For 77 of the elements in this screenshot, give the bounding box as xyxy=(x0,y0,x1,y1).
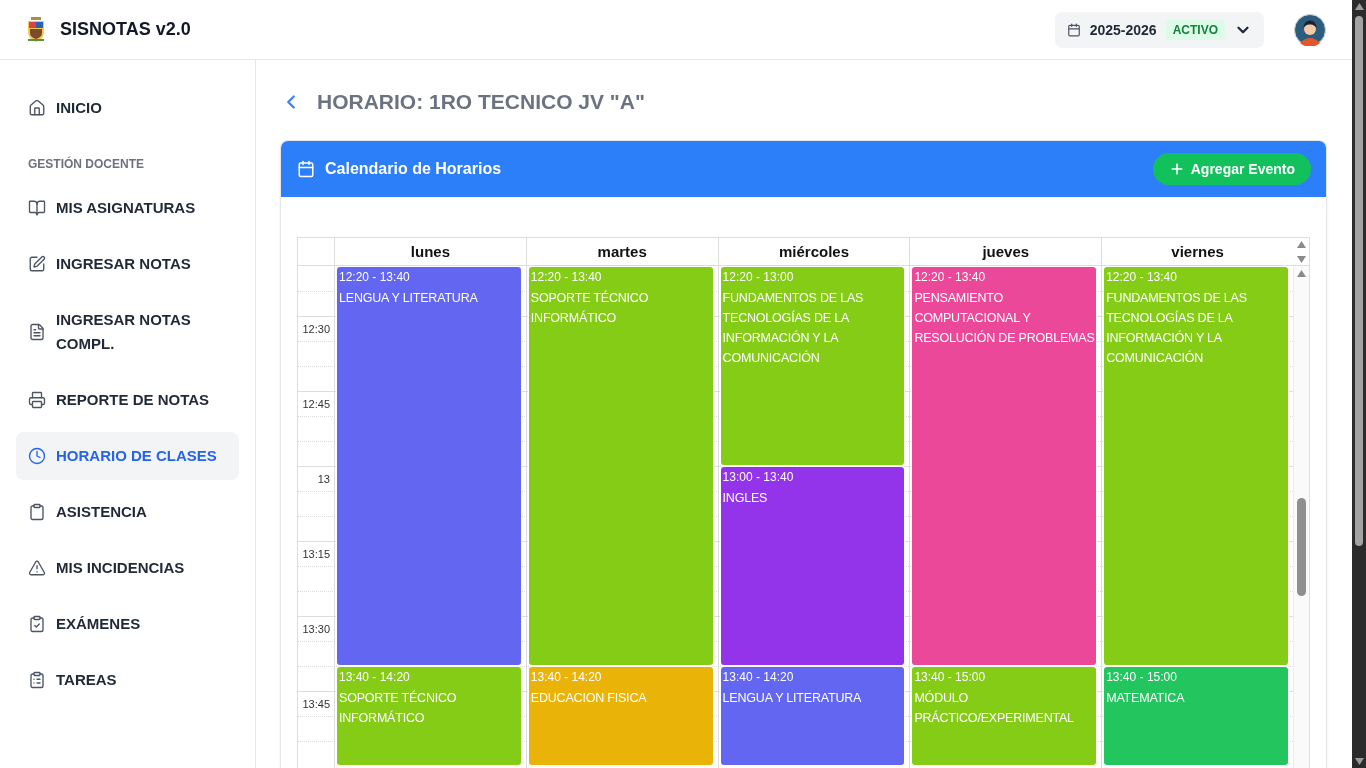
scroll-down-icon[interactable] xyxy=(1296,256,1306,263)
day-header: lunes xyxy=(334,238,526,265)
sidebar-item[interactable]: INGRESAR NOTAS COMPL. xyxy=(16,296,239,368)
calendar-icon xyxy=(297,160,315,178)
event-time: 13:40 - 14:20 xyxy=(722,669,795,686)
day-header: martes xyxy=(525,238,718,265)
time-label: 13:45 xyxy=(302,698,330,710)
sidebar-item[interactable]: TAREAS xyxy=(16,656,239,704)
clock-icon xyxy=(28,447,46,465)
page-scrollbar[interactable] xyxy=(1352,0,1366,768)
sidebar-item[interactable]: HORARIO DE CLASES xyxy=(16,432,239,480)
scroll-up-icon[interactable] xyxy=(1354,3,1364,10)
scrollbar-thumb[interactable] xyxy=(1297,498,1306,596)
home-icon xyxy=(28,99,46,117)
scroll-down-icon[interactable] xyxy=(1354,758,1364,765)
period-selector[interactable]: 2025-2026 ACTIVO xyxy=(1054,11,1264,48)
day-header: jueves xyxy=(909,238,1102,265)
event-title: PENSAMIENTO COMPUTACIONAL Y RESOLUCIÓN DE PROBLEMAS xyxy=(914,290,1096,347)
time-label: 12:30 xyxy=(302,323,330,335)
calendar-icon xyxy=(1066,22,1081,37)
printer-icon xyxy=(28,391,46,409)
section-label: GESTIÓN DOCENTE xyxy=(27,156,145,172)
app-name: SISNOTAS v2.0 xyxy=(60,19,191,40)
calendar-event[interactable]: 13:00 - 13:40 INGLES xyxy=(720,467,905,665)
event-title: LENGUA Y LITERATURA xyxy=(722,690,863,707)
book-icon xyxy=(28,199,46,217)
event-time: 13:40 - 14:20 xyxy=(339,669,411,686)
sidebar-item[interactable]: MIS ASIGNATURAS xyxy=(16,184,239,232)
sidebar-item[interactable]: INGRESAR NOTAS xyxy=(16,240,239,288)
sidebar-item[interactable]: ASISTENCIA xyxy=(16,488,239,536)
time-label: 13:30 xyxy=(302,623,330,635)
calendar-event[interactable]: 12:20 - 13:40 PENSAMIENTO COMPUTACIONAL Y RESOLUCIÓN DE PROBLEMAS xyxy=(912,267,1097,665)
time-label: 13:15 xyxy=(302,548,330,560)
page-title: HORARIO: 1RO TECNICO JV "A" xyxy=(317,90,645,114)
event-title: LENGUA Y LITERATURA xyxy=(339,290,479,307)
document-icon xyxy=(28,323,46,341)
time-label: 13 xyxy=(317,473,330,485)
clipboard-list-icon xyxy=(28,671,46,689)
sidebar-item[interactable]: EXÁMENES xyxy=(16,600,239,648)
event-title: EDUCACION FISICA xyxy=(530,690,648,707)
sidebar-item[interactable]: MIS INCIDENCIAS xyxy=(16,544,239,592)
event-time: 12:20 - 13:00 xyxy=(722,269,795,286)
event-title: FUNDAMENTOS DE LAS TECNOLOGÍAS DE LA INFORMACIÓN Y LA COMUNICACIÓN xyxy=(722,290,865,367)
clipboard-icon xyxy=(28,503,46,521)
event-time: 12:20 - 13:40 xyxy=(530,269,603,286)
calendar-event[interactable]: 12:20 - 13:40 LENGUA Y LITERATURA xyxy=(337,267,521,665)
event-time: 13:00 - 13:40 xyxy=(722,469,795,486)
event-title: FUNDAMENTOS DE LAS TECNOLOGÍAS DE LA INFORMACIÓN Y LA COMUNICACIÓN xyxy=(1106,290,1248,367)
event-title: SOPORTE TÉCNICO INFORMÁTICO xyxy=(339,689,458,727)
event-time: 13:40 - 14:20 xyxy=(530,669,603,686)
event-time: 12:20 - 13:40 xyxy=(914,269,987,286)
scroll-up-icon[interactable] xyxy=(1296,241,1306,248)
event-time: 12:20 - 13:40 xyxy=(1106,269,1178,286)
day-header: viernes xyxy=(1101,238,1293,265)
sidebar-item[interactable]: REPORTE DE NOTAS xyxy=(16,376,239,424)
status-badge: ACTIVO xyxy=(1165,19,1225,40)
calendar-scrollbar[interactable] xyxy=(1293,266,1309,768)
scroll-up-icon[interactable] xyxy=(1297,270,1306,277)
sidebar-item[interactable]: INICIO xyxy=(16,84,239,132)
card-title: Calendario de Horarios xyxy=(325,160,502,178)
day-header: miércoles xyxy=(717,238,910,265)
scrollbar-thumb[interactable] xyxy=(1355,16,1363,546)
event-time: 13:40 - 15:00 xyxy=(1106,669,1178,686)
event-time: 12:20 - 13:40 xyxy=(339,269,411,286)
time-label: 12:45 xyxy=(302,398,330,410)
event-title: MATEMATICA xyxy=(1106,690,1186,707)
add-event-button[interactable]: Agregar Evento xyxy=(1152,153,1311,185)
event-title: INGLES xyxy=(722,490,769,507)
warning-icon xyxy=(28,559,46,577)
calendar-event[interactable]: 13:40 - 14:20 LENGUA Y LITERATURA xyxy=(720,667,905,765)
crest-icon xyxy=(27,17,45,42)
event-time: 13:40 - 15:00 xyxy=(914,669,987,686)
pencil-square-icon xyxy=(28,255,46,273)
avatar-icon[interactable] xyxy=(1294,13,1326,46)
event-title: SOPORTE TÉCNICO INFORMÁTICO xyxy=(530,289,650,327)
clipboard-check-icon xyxy=(28,615,46,633)
event-title: MÓDULO PRÁCTICO/EXPERIMENTAL xyxy=(914,689,1075,727)
